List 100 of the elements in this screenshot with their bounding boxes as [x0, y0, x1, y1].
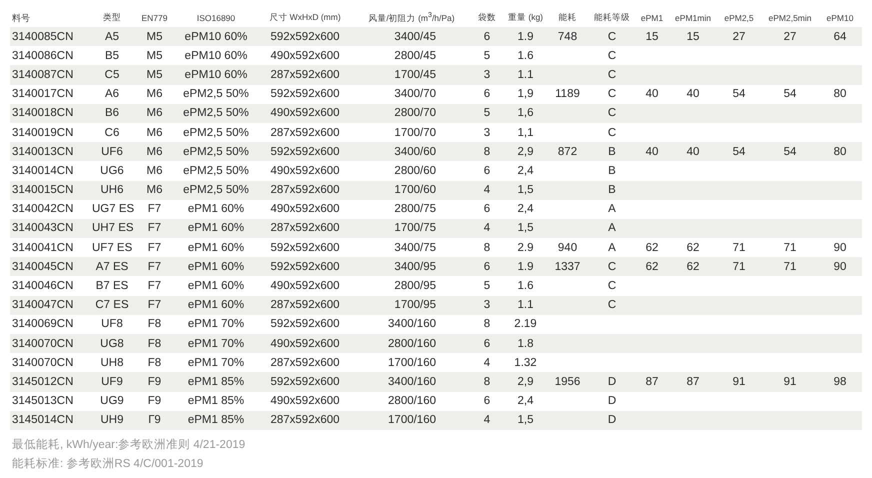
table-cell: 6: [484, 203, 490, 216]
table-cell: 3140087CN: [12, 68, 74, 81]
table-cell: UH6: [100, 184, 124, 196]
column-header: 风量/初阻力 (m$^{3}$/h/Pa): [367, 11, 456, 25]
table-cell: 71: [784, 242, 796, 254]
table-cell: 3140043CN: [12, 222, 74, 234]
table-cell: 90: [834, 260, 846, 273]
table-cell: 3140085CN: [12, 30, 74, 43]
table-cell: C: [608, 50, 616, 62]
table-cell: M6: [146, 146, 162, 158]
table-cell: 3400/160: [388, 376, 436, 388]
table-cell: 490x592x600: [270, 338, 340, 350]
column-header: 袋数: [477, 12, 497, 24]
table-cell: UF8: [101, 318, 123, 330]
table-cell: 490x592x600: [270, 107, 340, 120]
table-cell: 3: [484, 68, 490, 81]
table-cell: 3400/45: [394, 30, 436, 43]
table-cell: 1700/160: [388, 356, 436, 369]
table-cell: 3140019CN: [12, 126, 74, 139]
table-cell: ePM1 60%: [188, 222, 244, 234]
table-cell: ePM10 60%: [184, 68, 248, 81]
table-cell: 3140045CN: [12, 260, 74, 273]
table-cell: 1.1: [518, 299, 534, 312]
table-cell: 1,9: [518, 88, 534, 100]
table-cell: 592x592x600: [270, 318, 340, 330]
table-cell: 490x592x600: [270, 280, 340, 292]
table-cell: 3140070CN: [12, 338, 74, 350]
footnote: 最低能耗, kWh/year:参考欧洲准则 4/21-2019: [12, 438, 246, 453]
table-cell: UG7 ES: [92, 203, 134, 216]
table-cell: 3145012CN: [12, 376, 74, 388]
table-cell: 1700/45: [394, 68, 436, 81]
table-cell: M5: [146, 30, 162, 43]
table-cell: 40: [646, 88, 658, 100]
table-cell: 1.1: [518, 68, 534, 81]
table-cell: ePM1 70%: [188, 338, 244, 350]
table-cell: ePM2,5 50%: [183, 88, 249, 100]
table-cell: 3140086CN: [12, 50, 74, 62]
table-cell: 87: [686, 376, 700, 388]
table-cell: 8: [484, 146, 490, 158]
table-cell: F7: [148, 280, 162, 292]
table-cell: 1700/160: [388, 414, 436, 426]
table-cell: 287x592x600: [270, 299, 340, 312]
column-header: ePM10: [826, 13, 854, 23]
table-cell: Г9: [148, 414, 161, 426]
table-cell: 2,4: [518, 203, 534, 216]
table-cell: ePM2,5 50%: [183, 126, 249, 139]
table-cell: C7 ES: [95, 299, 129, 312]
table-cell: 287x592x600: [270, 68, 340, 81]
table-cell: D: [608, 376, 616, 388]
table-cell: 287x592x600: [270, 414, 340, 426]
table-cell: 287x592x600: [270, 356, 340, 369]
table-cell: 2800/75: [394, 203, 436, 216]
table-cell: F8: [148, 318, 162, 330]
table-cell: 54: [784, 146, 796, 158]
table-cell: 1,6: [518, 107, 534, 120]
table-cell: UG8: [100, 338, 124, 350]
table-cell: F8: [148, 356, 162, 369]
table-cell: A7 ES: [96, 260, 128, 273]
column-header: ePM2,5: [723, 13, 755, 23]
table-cell: ePM10 60%: [184, 30, 248, 43]
table-cell: D: [608, 395, 616, 408]
table-cell: 3: [484, 126, 490, 139]
table-cell: 5: [484, 280, 490, 292]
table-cell: 3140015CN: [12, 184, 74, 196]
table-cell: D: [608, 414, 616, 426]
table-cell: UF7 ES: [92, 242, 132, 254]
table-cell: 1700/75: [394, 222, 436, 234]
table-cell: 1.8: [518, 338, 534, 350]
table-cell: F8: [148, 338, 162, 350]
table-cell: C: [608, 107, 616, 120]
table-cell: M6: [146, 164, 162, 177]
table-cell: 592x592x600: [270, 30, 340, 43]
table-cell: B: [608, 146, 616, 158]
column-header: 能耗: [558, 12, 578, 24]
table-cell: M6: [146, 126, 162, 139]
table-cell: 2800/45: [394, 50, 436, 62]
table-cell: A: [608, 242, 616, 254]
table-cell: 8: [484, 318, 490, 330]
table-cell: 2800/60: [394, 164, 436, 177]
table-cell: 490x592x600: [270, 395, 340, 408]
column-header: 料号: [11, 12, 31, 24]
table-cell: 2.9: [518, 242, 534, 254]
table-cell: 54: [784, 88, 796, 100]
table-cell: 6: [484, 395, 490, 408]
table-cell: 592x592x600: [270, 88, 340, 100]
table-cell: UG9: [100, 395, 124, 408]
table-cell: 27: [784, 30, 796, 43]
table-cell: ePM2,5 50%: [183, 146, 249, 158]
table-cell: 54: [732, 88, 746, 100]
table-cell: 62: [646, 260, 658, 273]
table-cell: ePM1 60%: [188, 280, 244, 292]
table-cell: 87: [646, 376, 658, 388]
table-cell: 287x592x600: [270, 222, 340, 234]
table-cell: 1956: [554, 376, 580, 388]
table-cell: ePM1 60%: [188, 260, 244, 273]
table-cell: 3145014CN: [12, 414, 74, 426]
table-cell: 2800/70: [394, 107, 436, 120]
table-cell: M6: [146, 88, 162, 100]
table-cell: 592x592x600: [270, 242, 340, 254]
table-cell: C: [608, 260, 616, 273]
